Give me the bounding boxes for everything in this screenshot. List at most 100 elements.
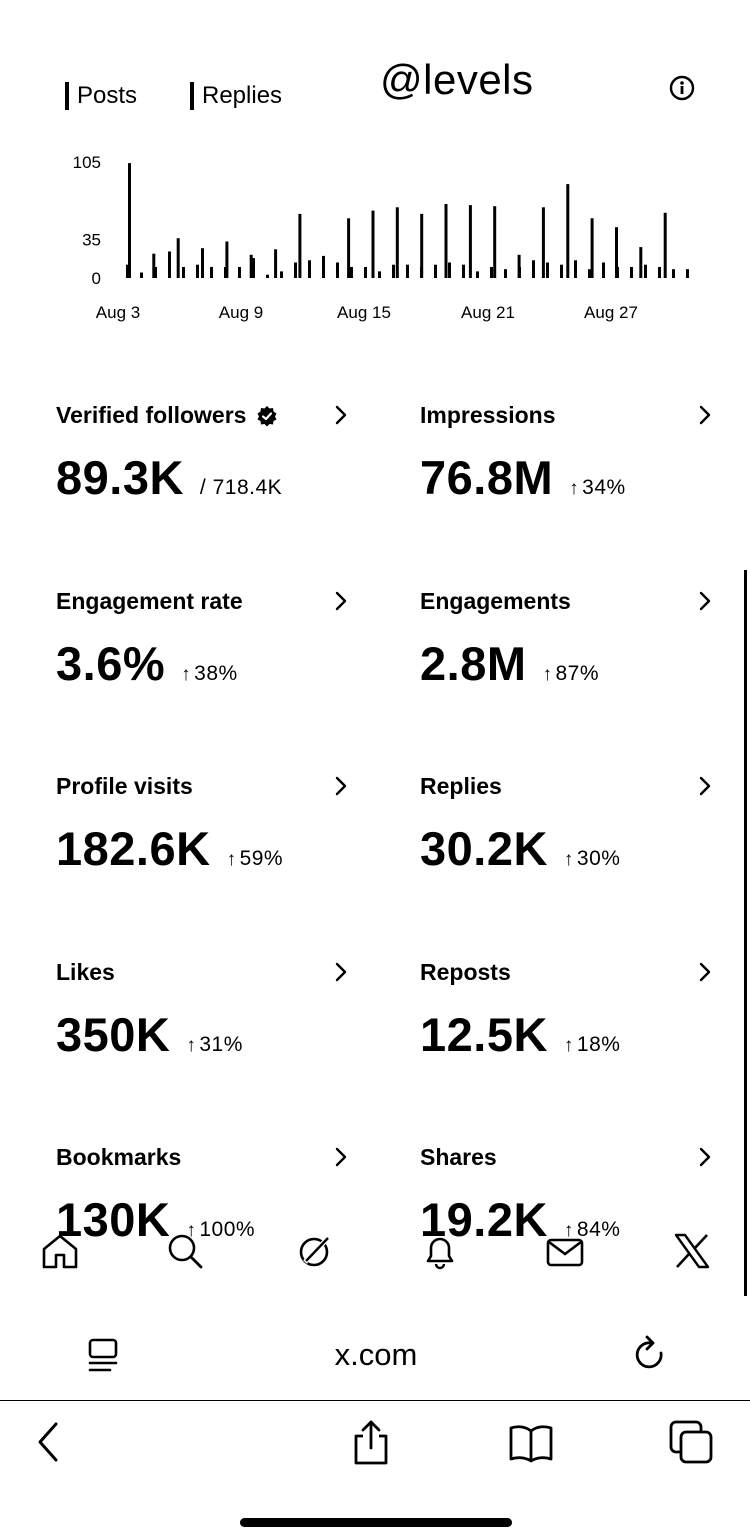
metric-label: Impressions [420,402,556,429]
metric-card[interactable]: Reposts 12.5K ↑ 18% [420,937,720,1087]
replies-bar[interactable] [546,262,549,279]
posts-bar[interactable] [444,204,448,278]
metric-card[interactable]: Profile visits 182.6K ↑ 59% [56,751,356,901]
analytics-header: Posts Replies @levels [0,0,750,130]
chevron-right-icon[interactable] [334,775,348,797]
share-icon[interactable] [348,1419,394,1465]
posts-bar[interactable] [493,206,497,278]
replies-bar[interactable] [504,269,507,278]
replies-bar[interactable] [448,262,451,279]
chevron-right-icon[interactable] [334,590,348,612]
posts-bar[interactable] [128,163,131,278]
replies-bar[interactable] [672,269,675,278]
x-logo-icon[interactable] [672,1231,712,1271]
x-tick-label: Aug 27 [584,303,638,322]
replies-bar[interactable] [224,267,227,278]
replies-bar[interactable] [588,269,591,278]
replies-bar[interactable] [322,255,325,278]
posts-bar[interactable] [274,249,278,278]
replies-bar[interactable] [238,267,241,278]
replies-bar[interactable] [644,264,647,278]
tabs-icon[interactable] [668,1419,714,1465]
info-icon[interactable] [669,75,695,101]
replies-bar[interactable] [616,267,619,278]
replies-bar[interactable] [476,271,479,278]
replies-bar[interactable] [364,267,367,278]
replies-bar[interactable] [168,251,171,279]
posts-bar[interactable] [566,184,570,278]
posts-bar[interactable] [541,207,545,278]
back-icon[interactable] [28,1419,74,1465]
posts-bar[interactable] [371,210,375,278]
chevron-right-icon[interactable] [334,1146,348,1168]
replies-bar[interactable] [686,269,689,278]
replies-bar[interactable] [532,260,535,278]
metric-card[interactable]: Engagements 2.8M ↑ 87% [420,566,720,716]
verified-badge-icon [257,405,277,426]
posts-bar[interactable] [468,205,472,278]
replies-bar[interactable] [630,267,633,278]
chevron-right-icon[interactable] [698,1146,712,1168]
chevron-right-icon[interactable] [698,961,712,983]
replies-bar[interactable] [406,264,409,278]
replies-bar[interactable] [518,267,521,278]
replies-bar[interactable] [266,274,269,278]
replies-bar[interactable] [182,267,185,278]
posts-bar[interactable] [347,218,351,278]
metric-card[interactable]: Likes 350K ↑ 31% [56,937,356,1087]
chevron-right-icon[interactable] [334,404,348,426]
posts-bar[interactable] [663,212,667,278]
posts-bar[interactable] [201,248,204,278]
search-icon[interactable] [165,1231,205,1271]
posts-bar[interactable] [639,247,643,278]
replies-bar[interactable] [574,260,577,278]
chevron-right-icon[interactable] [698,775,712,797]
posts-bar[interactable] [395,207,399,278]
replies-bar[interactable] [392,264,395,278]
replies-bar[interactable] [252,258,255,278]
grok-icon[interactable] [295,1231,335,1271]
replies-bar[interactable] [126,264,129,278]
metric-card[interactable]: Verified followers 89.3K / 718.4K [56,380,356,530]
replies-bar[interactable] [336,262,339,279]
metric-card[interactable]: Replies 30.2K ↑ 30% [420,751,720,901]
posts-bar[interactable] [590,218,594,278]
legend-posts[interactable]: Posts [65,82,137,110]
bookmarks-book-icon[interactable] [508,1419,554,1465]
url-text[interactable]: x.com [60,1337,692,1373]
address-bar[interactable]: x.com [60,1315,692,1397]
replies-bar[interactable] [308,260,311,278]
chevron-right-icon[interactable] [698,404,712,426]
posts-bar[interactable] [176,238,180,278]
replies-bar[interactable] [658,267,661,278]
scrollbar[interactable] [744,570,747,1296]
posts-bar[interactable] [298,213,302,278]
replies-bar[interactable] [462,264,465,278]
replies-bar[interactable] [434,264,437,278]
replies-bar[interactable] [210,267,213,278]
home-icon[interactable] [40,1231,80,1271]
replies-bar[interactable] [420,267,423,278]
up-arrow-icon: ↑ [186,1034,197,1056]
replies-bar[interactable] [560,264,563,278]
replies-bar[interactable] [294,262,297,279]
metric-card[interactable]: Engagement rate 3.6% ↑ 38% [56,566,356,716]
replies-bar[interactable] [378,271,381,278]
metric-value-text: 76.8M [420,451,554,504]
metric-label-text: Bookmarks [56,1144,182,1170]
messages-envelope-icon[interactable] [545,1231,585,1271]
replies-bar[interactable] [602,262,605,279]
chevron-right-icon[interactable] [334,961,348,983]
chevron-right-icon[interactable] [698,590,712,612]
replies-bar[interactable] [490,267,493,278]
replies-bar[interactable] [280,271,283,278]
replies-bar[interactable] [196,264,199,278]
replies-bar[interactable] [154,267,157,278]
notifications-bell-icon[interactable] [420,1231,460,1271]
metric-card[interactable]: Impressions 76.8M ↑ 34% [420,380,720,530]
reload-icon[interactable] [633,1335,669,1375]
replies-bar[interactable] [350,267,353,278]
legend-replies[interactable]: Replies [190,82,282,110]
metric-label-text: Impressions [420,402,556,428]
replies-bar[interactable] [140,272,143,279]
